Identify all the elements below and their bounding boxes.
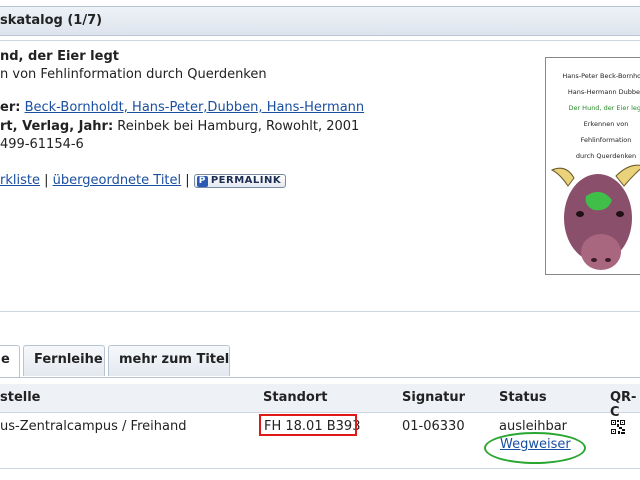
isbn-value: 499-61154-6 bbox=[0, 137, 84, 152]
col-status: Status bbox=[499, 390, 547, 405]
cover-bull-illustration bbox=[550, 164, 640, 270]
tab-fernleihe[interactable]: Fernleihe bbox=[23, 345, 105, 376]
parent-title-link[interactable]: übergeordnete Titel bbox=[53, 173, 182, 188]
authors-label: er: bbox=[0, 100, 21, 115]
cover-authors-1: Hans-Peter Beck-Bornholdt bbox=[562, 72, 640, 80]
col-standort: Standort bbox=[263, 390, 328, 405]
tab-holdings-label: e bbox=[1, 352, 10, 367]
book-cover-image: Hans-Peter Beck-Bornholdt Hans-Hermann D… bbox=[545, 57, 640, 275]
merkliste-link[interactable]: rkliste bbox=[0, 173, 40, 188]
tab-mehr-zum-titel[interactable]: mehr zum Titel bbox=[108, 345, 230, 376]
cover-subtitle-1: Erkennen von bbox=[583, 120, 629, 128]
separator: | bbox=[44, 173, 49, 188]
publication-value: Reinbek bei Hamburg, Rowohlt, 2001 bbox=[117, 119, 360, 134]
record-actions: rkliste | übergeordnete Titel | P PERMALI… bbox=[0, 173, 287, 188]
authors-row: er: Beck-Bornholdt, Hans-Peter,Dubben, H… bbox=[0, 100, 364, 115]
holdings-header-row: stelle Standort Signatur Status QR-C bbox=[0, 384, 640, 420]
wegweiser-highlight bbox=[484, 432, 586, 464]
row-location-area: us-Zentralcampus / Freihand bbox=[0, 419, 187, 434]
cover-title: Der Hund, der Eier legt bbox=[568, 104, 640, 112]
col-signatur: Signatur bbox=[402, 390, 466, 405]
publication-row: rt, Verlag, Jahr: Reinbek bei Hamburg, R… bbox=[0, 119, 359, 134]
catalog-title: skatalog (1/7) bbox=[0, 13, 103, 28]
cover-authors-2: Hans-Hermann Dubben bbox=[567, 88, 640, 96]
tab-mehr-zum-titel-label: mehr zum Titel bbox=[119, 352, 230, 367]
col-location-area: stelle bbox=[0, 390, 41, 405]
authors-link[interactable]: Beck-Bornholdt, Hans-Peter,Dubben, Hans-… bbox=[25, 100, 365, 115]
record-subtitle: n von Fehlinformation durch Querdenken bbox=[0, 67, 267, 82]
permalink-button[interactable]: P PERMALINK bbox=[193, 174, 287, 188]
record-title: nd, der Eier legt bbox=[0, 49, 119, 64]
catalog-title-bar: skatalog (1/7) bbox=[0, 6, 640, 36]
cover-subtitle-2: Fehlinformation bbox=[580, 136, 632, 144]
row-signatur: 01-06330 bbox=[402, 419, 465, 434]
separator: | bbox=[185, 173, 190, 188]
col-qr: QR-C bbox=[610, 390, 637, 420]
tab-fernleihe-label: Fernleihe bbox=[34, 352, 103, 367]
permalink-icon: P bbox=[196, 176, 208, 187]
tab-holdings[interactable]: e bbox=[0, 345, 20, 378]
permalink-label: PERMALINK bbox=[210, 175, 282, 186]
standort-highlight bbox=[259, 414, 357, 436]
publication-label: rt, Verlag, Jahr: bbox=[0, 119, 114, 134]
qr-code-icon[interactable] bbox=[610, 419, 626, 435]
